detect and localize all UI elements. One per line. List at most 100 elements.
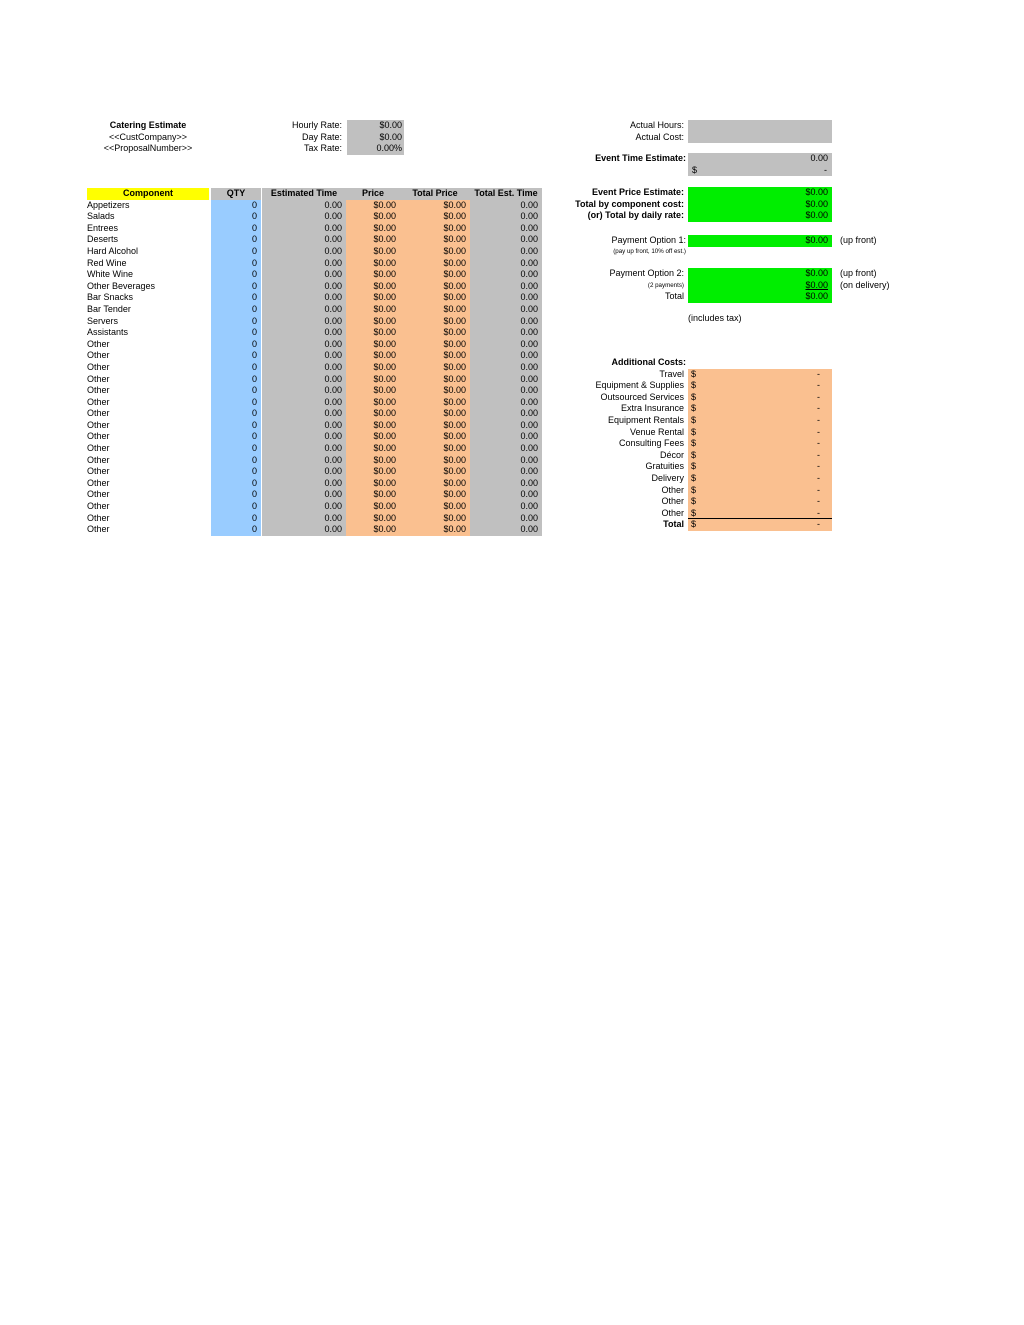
additional-cost-row[interactable]: $ - — [688, 438, 832, 450]
cell-estimated-time[interactable]: 0.00 — [262, 454, 346, 467]
cell-qty[interactable]: 0 — [211, 234, 261, 246]
cell-price[interactable]: $0.00 — [346, 512, 400, 525]
cell-total-price[interactable]: $0.00 — [400, 315, 470, 328]
cell-total-est-time[interactable]: 0.00 — [470, 466, 542, 478]
cell-total-price[interactable]: $0.00 — [400, 454, 470, 467]
cell-qty[interactable]: 0 — [211, 199, 261, 212]
additional-cost-row[interactable]: $ - — [688, 380, 832, 392]
cell-price[interactable]: $0.00 — [346, 222, 400, 235]
cell-estimated-time[interactable]: 0.00 — [262, 292, 346, 304]
cell-total-price[interactable]: $0.00 — [400, 338, 470, 351]
cell-estimated-time[interactable]: 0.00 — [262, 338, 346, 351]
cell-total-est-time[interactable]: 0.00 — [470, 269, 542, 281]
additional-cost-row[interactable]: $ - — [688, 450, 832, 462]
cell-qty[interactable]: 0 — [211, 269, 261, 281]
cell-total-est-time[interactable]: 0.00 — [470, 315, 542, 328]
cell-component[interactable]: Other — [87, 524, 209, 536]
cell-total-price[interactable]: $0.00 — [400, 350, 470, 362]
cell-price[interactable]: $0.00 — [346, 315, 400, 328]
cell-total-est-time[interactable]: 0.00 — [470, 385, 542, 397]
cell-total-est-time[interactable]: 0.00 — [470, 350, 542, 362]
additional-cost-row[interactable]: $ - — [688, 461, 832, 473]
additional-cost-amount[interactable]: - — [817, 427, 820, 439]
cell-qty[interactable]: 0 — [211, 315, 261, 328]
cell-estimated-time[interactable]: 0.00 — [262, 512, 346, 525]
cell-total-est-time[interactable]: 0.00 — [470, 257, 542, 270]
cell-total-price[interactable]: $0.00 — [400, 524, 470, 536]
cell-qty[interactable]: 0 — [211, 222, 261, 235]
cell-estimated-time[interactable]: 0.00 — [262, 280, 346, 293]
cell-price[interactable]: $0.00 — [346, 454, 400, 467]
cell-estimated-time[interactable]: 0.00 — [262, 466, 346, 478]
cell-price[interactable]: $0.00 — [346, 199, 400, 212]
cell-component[interactable]: Other — [87, 466, 209, 478]
additional-cost-amount[interactable]: - — [817, 473, 820, 485]
cell-qty[interactable]: 0 — [211, 350, 261, 362]
additional-cost-row[interactable]: $ - — [688, 508, 832, 520]
cell-component[interactable]: Other — [87, 431, 209, 443]
cell-qty[interactable]: 0 — [211, 512, 261, 525]
cell-price[interactable]: $0.00 — [346, 489, 400, 502]
cell-qty[interactable]: 0 — [211, 280, 261, 293]
cell-estimated-time[interactable]: 0.00 — [262, 408, 346, 420]
cell-price[interactable]: $0.00 — [346, 443, 400, 455]
cell-price[interactable]: $0.00 — [346, 396, 400, 409]
cell-qty[interactable]: 0 — [211, 327, 261, 339]
additional-cost-amount[interactable]: - — [817, 415, 820, 427]
cell-component[interactable]: Other — [87, 478, 209, 490]
cell-qty[interactable]: 0 — [211, 303, 261, 316]
additional-cost-amount[interactable]: - — [817, 438, 820, 450]
cell-estimated-time[interactable]: 0.00 — [262, 199, 346, 212]
additional-cost-row[interactable]: $ - — [688, 473, 832, 485]
cell-total-est-time[interactable]: 0.00 — [470, 338, 542, 351]
cell-qty[interactable]: 0 — [211, 338, 261, 351]
cell-total-est-time[interactable]: 0.00 — [470, 443, 542, 455]
cell-estimated-time[interactable]: 0.00 — [262, 257, 346, 270]
cell-price[interactable]: $0.00 — [346, 303, 400, 316]
cell-total-price[interactable]: $0.00 — [400, 257, 470, 270]
cell-component[interactable]: Other — [87, 397, 209, 409]
cell-total-est-time[interactable]: 0.00 — [470, 303, 542, 316]
cell-total-est-time[interactable]: 0.00 — [470, 454, 542, 467]
day-rate-value[interactable]: $0.00 — [347, 132, 404, 144]
additional-cost-amount[interactable]: - — [817, 380, 820, 392]
customer-company-placeholder[interactable]: <<CustCompany>> — [87, 132, 209, 144]
additional-cost-row[interactable]: $ - — [688, 415, 832, 427]
cell-component[interactable]: Other — [87, 489, 209, 501]
cell-total-price[interactable]: $0.00 — [400, 385, 470, 397]
cell-estimated-time[interactable]: 0.00 — [262, 443, 346, 455]
cell-qty[interactable]: 0 — [211, 431, 261, 444]
cell-total-price[interactable]: $0.00 — [400, 443, 470, 455]
cell-total-price[interactable]: $0.00 — [400, 431, 470, 444]
cell-total-est-time[interactable]: 0.00 — [470, 222, 542, 235]
cell-price[interactable]: $0.00 — [346, 361, 400, 374]
cell-component[interactable]: Servers — [87, 316, 209, 328]
cell-qty[interactable]: 0 — [211, 245, 261, 258]
cell-total-price[interactable]: $0.00 — [400, 269, 470, 281]
cell-component[interactable]: White Wine — [87, 269, 209, 281]
cell-component[interactable]: Appetizers — [87, 200, 209, 212]
cell-price[interactable]: $0.00 — [346, 524, 400, 536]
tax-rate-value[interactable]: 0.00% — [347, 143, 404, 155]
cell-price[interactable]: $0.00 — [346, 211, 400, 223]
cell-qty[interactable]: 0 — [211, 443, 261, 455]
cell-component[interactable]: Red Wine — [87, 258, 209, 270]
cell-qty[interactable]: 0 — [211, 408, 261, 420]
cell-total-est-time[interactable]: 0.00 — [470, 199, 542, 212]
cell-component[interactable]: Deserts — [87, 234, 209, 246]
cell-estimated-time[interactable]: 0.00 — [262, 327, 346, 339]
cell-qty[interactable]: 0 — [211, 211, 261, 223]
proposal-number-placeholder[interactable]: <<ProposalNumber>> — [87, 143, 209, 155]
cell-qty[interactable]: 0 — [211, 477, 261, 490]
cell-estimated-time[interactable]: 0.00 — [262, 211, 346, 223]
additional-cost-row[interactable]: $ - — [688, 392, 832, 404]
cell-total-price[interactable]: $0.00 — [400, 361, 470, 374]
cell-estimated-time[interactable]: 0.00 — [262, 315, 346, 328]
cell-qty[interactable]: 0 — [211, 489, 261, 502]
cell-total-price[interactable]: $0.00 — [400, 408, 470, 420]
cell-total-est-time[interactable]: 0.00 — [470, 327, 542, 339]
cell-total-price[interactable]: $0.00 — [400, 489, 470, 502]
cell-estimated-time[interactable]: 0.00 — [262, 489, 346, 502]
cell-total-price[interactable]: $0.00 — [400, 419, 470, 432]
additional-cost-amount[interactable]: - — [817, 485, 820, 497]
